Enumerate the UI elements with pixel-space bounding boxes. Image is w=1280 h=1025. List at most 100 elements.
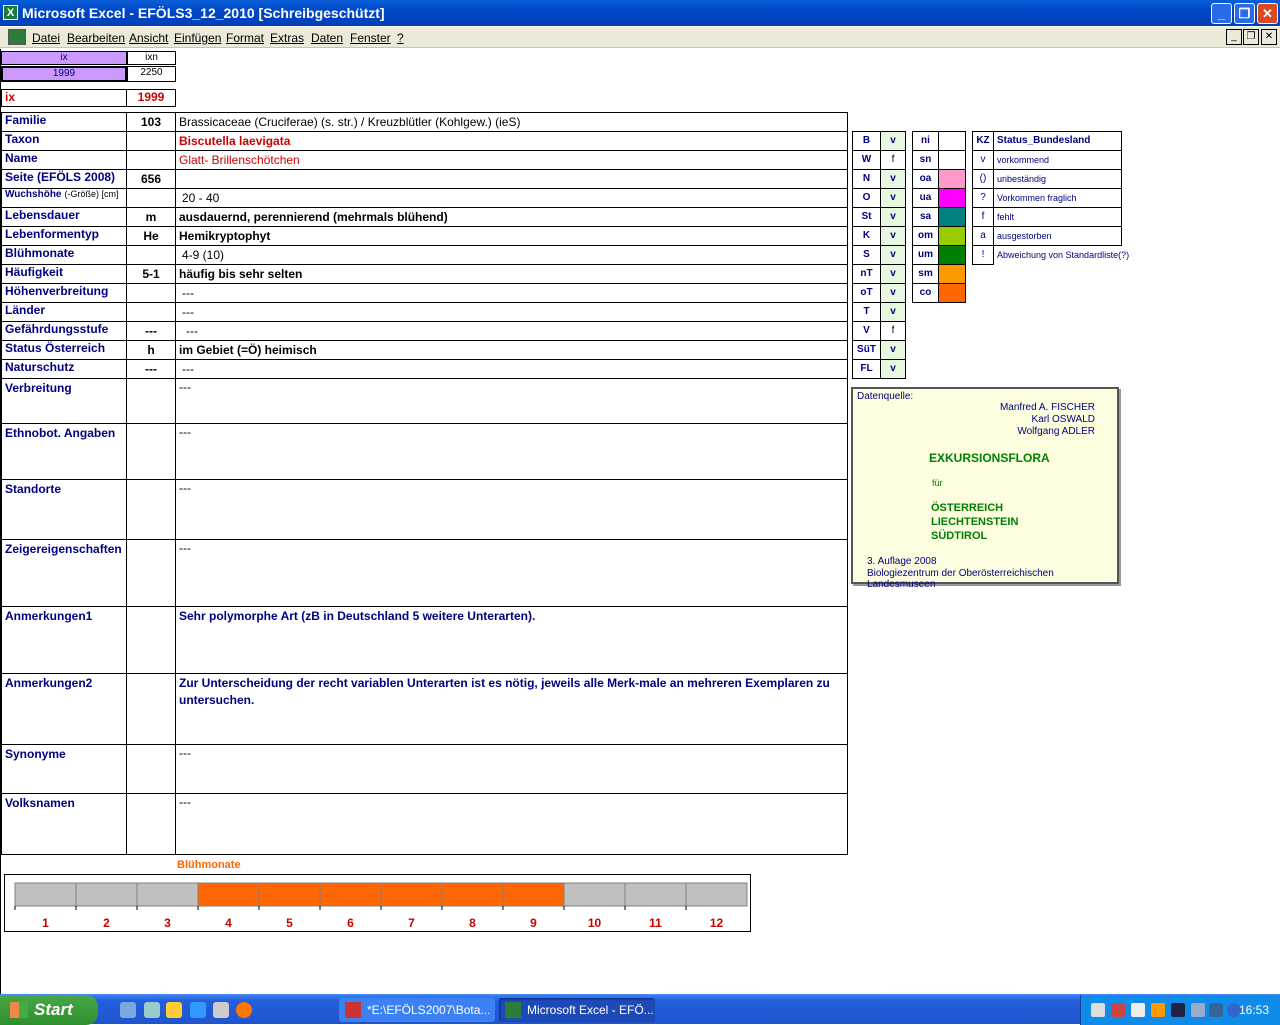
row-code[interactable] (126, 188, 176, 208)
close-button[interactable]: ✕ (1257, 3, 1278, 24)
task-excel[interactable]: Microsoft Excel - EFÖ... (499, 998, 655, 1022)
network-icon[interactable] (1091, 1003, 1105, 1017)
row-value[interactable]: --- (175, 321, 848, 341)
row-code[interactable] (126, 539, 176, 607)
state-value[interactable]: v (880, 245, 906, 265)
restore-button[interactable]: ❐ (1234, 3, 1255, 24)
menu-einfuegen[interactable]: Einfügen (174, 31, 221, 45)
row-value[interactable]: --- (175, 539, 848, 607)
ie-quicklaunch-icon[interactable] (190, 1002, 206, 1018)
start-button[interactable]: Start (0, 995, 98, 1025)
row-code[interactable]: --- (126, 321, 176, 341)
state-value[interactable]: v (880, 359, 906, 379)
menu-extras[interactable]: Extras (270, 31, 304, 45)
row-code[interactable] (126, 378, 176, 424)
row-code[interactable] (126, 131, 176, 151)
doc-close-button[interactable]: ✕ (1261, 29, 1277, 45)
search-icon[interactable] (1131, 1003, 1145, 1017)
state-value[interactable]: v (880, 207, 906, 227)
row-code[interactable] (126, 245, 176, 265)
explorer-quicklaunch-icon[interactable] (144, 1002, 160, 1018)
row-value[interactable]: im Gebiet (=Ö) heimisch (175, 340, 848, 360)
row-code[interactable] (126, 150, 176, 170)
row-value[interactable]: Sehr polymorphe Art (zB in Deutschland 5… (175, 606, 848, 674)
shield-icon[interactable] (1171, 1003, 1185, 1017)
zone-color-swatch[interactable] (938, 283, 966, 303)
state-value[interactable]: v (880, 264, 906, 284)
state-value[interactable]: v (880, 131, 906, 151)
row-value[interactable]: --- (175, 359, 848, 379)
state-value[interactable]: v (880, 302, 906, 322)
media-quicklaunch-icon[interactable] (166, 1002, 182, 1018)
workbook-icon[interactable] (8, 29, 26, 45)
row-value[interactable]: Brassicaceae (Cruciferae) (s. str.) / Kr… (175, 112, 848, 132)
ix-value-cell[interactable]: 1999 (1, 66, 127, 82)
row-code[interactable] (126, 302, 176, 322)
row-code[interactable] (126, 479, 176, 540)
state-value[interactable]: v (880, 226, 906, 246)
zone-color-swatch[interactable] (938, 188, 966, 208)
row-code[interactable] (126, 423, 176, 480)
row-value[interactable]: 20 - 40 (175, 188, 848, 208)
state-value[interactable]: v (880, 188, 906, 208)
state-value[interactable]: v (880, 340, 906, 360)
menu-ansicht[interactable]: Ansicht (129, 31, 168, 45)
row-code[interactable]: 656 (126, 169, 176, 189)
row-value[interactable]: Glatt- Brillenschötchen (175, 150, 848, 170)
doc-restore-button[interactable]: ❐ (1243, 29, 1259, 45)
info-icon[interactable] (1209, 1003, 1223, 1017)
row-value[interactable]: --- (175, 283, 848, 303)
row-value[interactable]: --- (175, 744, 848, 794)
state-value[interactable]: v (880, 169, 906, 189)
ixn-value-cell[interactable]: 2250 (127, 66, 176, 82)
menu-help[interactable]: ? (397, 31, 404, 45)
row-code[interactable]: h (126, 340, 176, 360)
firefox-quicklaunch-icon[interactable] (236, 1002, 252, 1018)
zone-color-swatch[interactable] (938, 150, 966, 170)
row-code[interactable]: He (126, 226, 176, 246)
volume-icon[interactable] (1191, 1003, 1205, 1017)
row-value[interactable]: --- (175, 793, 848, 855)
row-code[interactable] (126, 673, 176, 745)
row-value[interactable]: --- (175, 378, 848, 424)
menu-fenster[interactable]: Fenster (350, 31, 391, 45)
minimize-button[interactable]: _ (1211, 3, 1232, 24)
row-value[interactable]: Biscutella laevigata (175, 131, 848, 151)
state-value[interactable]: f (880, 321, 906, 341)
zone-color-swatch[interactable] (938, 226, 966, 246)
state-value[interactable]: v (880, 283, 906, 303)
state-value[interactable]: f (880, 150, 906, 170)
row-value[interactable]: häufig bis sehr selten (175, 264, 848, 284)
row-value[interactable]: --- (175, 302, 848, 322)
ix-big-value[interactable]: 1999 (126, 89, 176, 107)
row-code[interactable]: m (126, 207, 176, 227)
row-value[interactable]: 4-9 (10) (175, 245, 848, 265)
row-value[interactable]: --- (175, 423, 848, 480)
row-code[interactable]: 5-1 (126, 264, 176, 284)
doc-minimize-button[interactable]: _ (1226, 29, 1242, 45)
row-value[interactable]: Hemikryptophyt (175, 226, 848, 246)
menu-bearbeiten[interactable]: Bearbeiten (67, 31, 125, 45)
zone-color-swatch[interactable] (938, 169, 966, 189)
menu-format[interactable]: Format (226, 31, 264, 45)
row-code[interactable] (126, 283, 176, 303)
row-value[interactable]: ausdauernd, perennierend (mehrmals blühe… (175, 207, 848, 227)
zone-color-swatch[interactable] (938, 264, 966, 284)
row-code[interactable]: 103 (126, 112, 176, 132)
row-code[interactable]: --- (126, 359, 176, 379)
menu-datei[interactable]: Datei (32, 31, 60, 45)
menu-daten[interactable]: Daten (311, 31, 343, 45)
outlook-quicklaunch-icon[interactable] (213, 1002, 229, 1018)
row-value[interactable]: --- (175, 479, 848, 540)
row-code[interactable] (126, 793, 176, 855)
desktop-quicklaunch-icon[interactable] (120, 1002, 136, 1018)
zone-color-swatch[interactable] (938, 245, 966, 265)
task-editor[interactable]: *E:\EFÖLS2007\Bota... (339, 998, 495, 1022)
row-value[interactable] (175, 169, 848, 189)
security-icon[interactable] (1111, 1003, 1125, 1017)
row-code[interactable] (126, 606, 176, 674)
excel-icon[interactable]: X (3, 5, 18, 20)
row-code[interactable] (126, 744, 176, 794)
update-icon[interactable] (1151, 1003, 1165, 1017)
row-value[interactable]: Zur Unterscheidung der recht variablen U… (175, 673, 848, 745)
